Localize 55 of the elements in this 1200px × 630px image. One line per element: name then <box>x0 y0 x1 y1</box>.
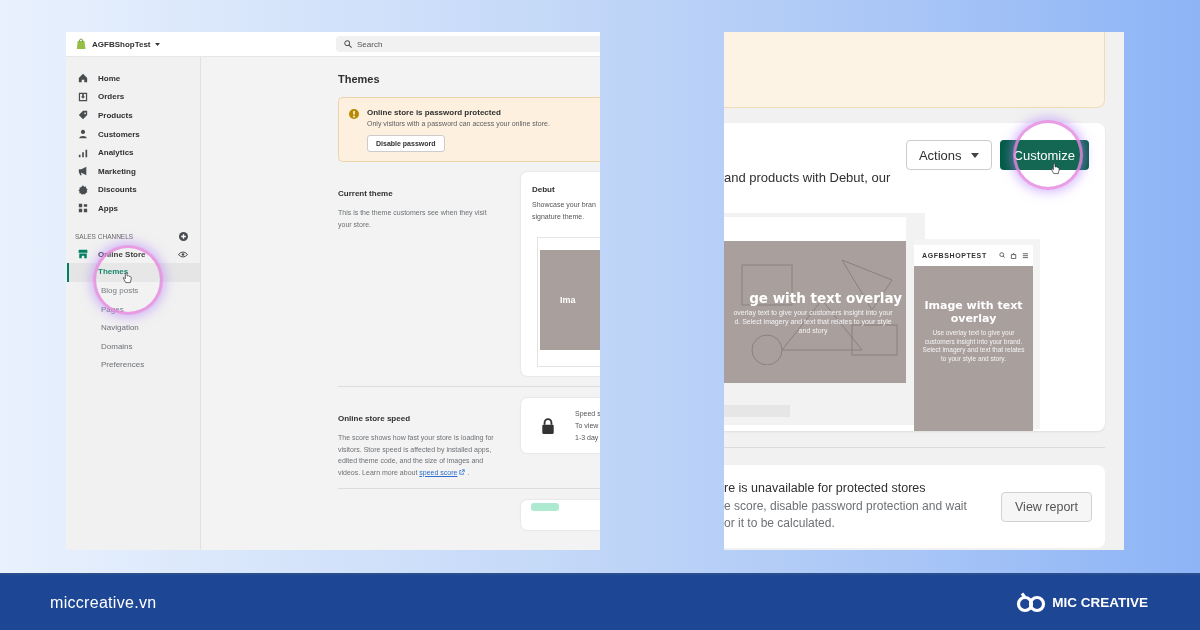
speed-title: re is unavailable for protected stores <box>724 481 927 495</box>
warning-icon <box>349 109 359 119</box>
person-icon <box>78 129 88 140</box>
nav-item[interactable]: Orders <box>66 87 200 107</box>
hero-heading: ge with text overlay <box>749 289 902 306</box>
subnav-item[interactable]: Preferences <box>67 356 200 375</box>
actions-button[interactable]: Actions <box>905 140 992 170</box>
subnav-item[interactable]: Themes <box>67 263 200 282</box>
nav-item[interactable]: Marketing <box>66 161 200 181</box>
store-selector[interactable]: AGFBShopTest <box>92 39 160 49</box>
external-link-icon <box>459 468 466 475</box>
nav-item[interactable]: Apps <box>66 199 200 218</box>
highlight-circle <box>96 248 160 312</box>
hand-cursor-icon <box>122 272 132 284</box>
subnav-item[interactable]: Navigation <box>67 319 200 338</box>
caret-icon <box>154 42 160 46</box>
view-report-button[interactable]: View report <box>1001 491 1092 522</box>
search-field[interactable]: Search <box>336 36 600 52</box>
speed-text: e score, disable password protection and wait or it to be calculated. <box>724 498 967 532</box>
theme-description: and products with Debut, our <box>724 170 892 185</box>
brand-name: MIC CREATIVE <box>1052 595 1148 610</box>
knot-logo-icon <box>1016 591 1047 614</box>
lock-icon <box>541 417 555 434</box>
section-title: Current theme <box>338 189 394 198</box>
banner-title: Online store is password protected <box>367 108 502 117</box>
hero-heading: Image with text overlay <box>923 299 1024 325</box>
apps-icon <box>78 203 88 214</box>
theme-name: Debut <box>532 185 556 194</box>
eye-icon[interactable] <box>178 250 188 258</box>
header-icons-drawing <box>999 252 1029 259</box>
hero-heading: Ima <box>560 295 576 305</box>
nav-item[interactable]: Home <box>66 69 200 88</box>
home-icon <box>78 73 88 84</box>
inbox-icon <box>78 91 88 102</box>
add-icon[interactable] <box>179 231 188 241</box>
nav-item[interactable]: Analytics <box>66 143 200 162</box>
subnav-item[interactable]: Blog posts <box>67 281 200 301</box>
status-badge <box>531 503 559 511</box>
nav-item[interactable]: Customers <box>66 124 200 144</box>
hand-cursor-icon <box>1050 163 1060 175</box>
tag-icon <box>78 110 88 121</box>
subnav-item[interactable]: Domains <box>67 337 200 357</box>
discount-icon <box>78 184 88 195</box>
page-title: Themes <box>338 73 381 85</box>
storefront-icon <box>78 249 88 260</box>
section-title: Online store speed <box>338 414 412 423</box>
megaphone-icon <box>78 166 88 177</box>
nav-item[interactable]: Online Store <box>66 244 200 264</box>
nav-item[interactable]: Discounts <box>66 180 200 200</box>
bar-chart-icon <box>78 147 88 158</box>
search-icon <box>344 40 352 48</box>
shopping-bag-icon <box>76 38 86 50</box>
caret-icon <box>970 152 979 158</box>
website-address: miccreative.vn <box>50 593 157 612</box>
nav-item[interactable]: Products <box>66 106 200 125</box>
